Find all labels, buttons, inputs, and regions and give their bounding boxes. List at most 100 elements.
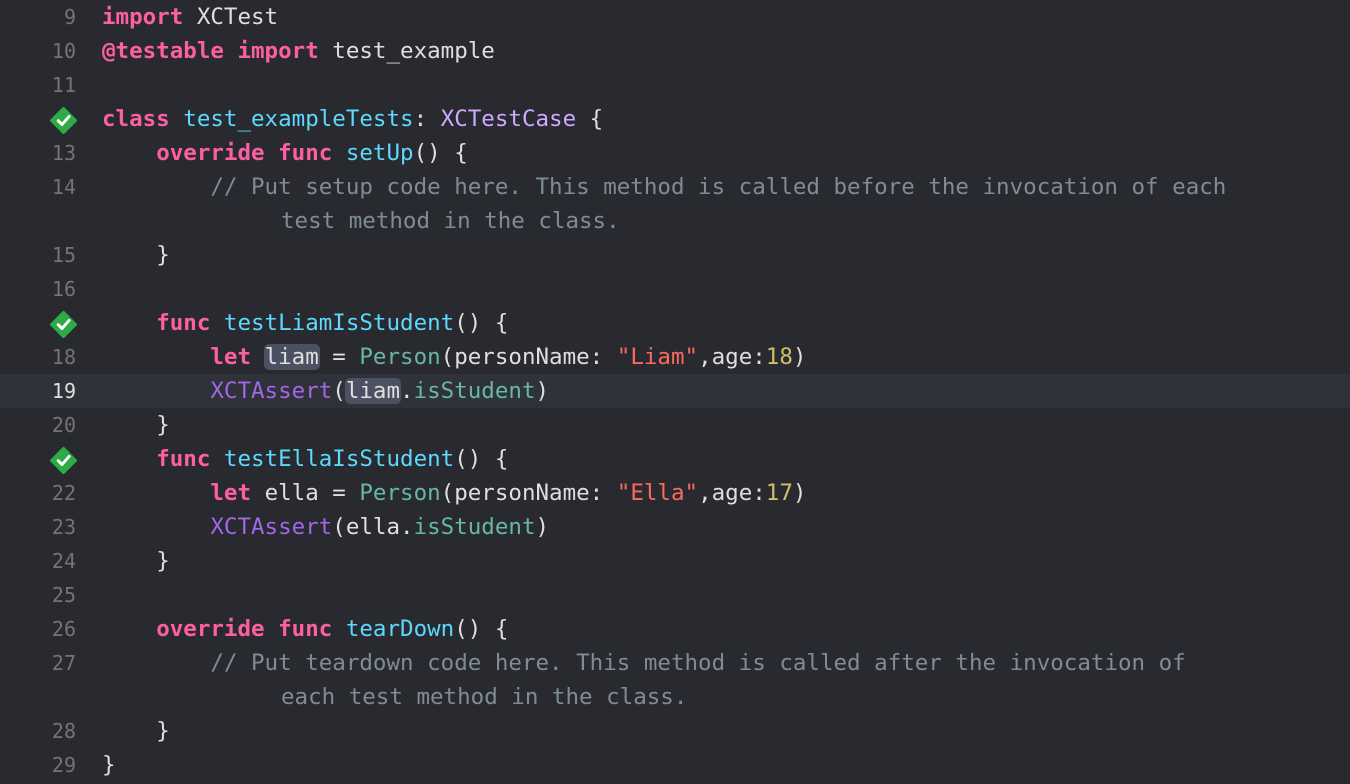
code-line[interactable]: 23 XCTAssert(ella.isStudent): [0, 510, 1350, 544]
code-line[interactable]: 11: [0, 68, 1350, 102]
line-code[interactable]: class test_exampleTests: XCTestCase {: [102, 102, 603, 136]
function-call: XCTAssert: [210, 378, 333, 404]
line-number[interactable]: 18: [0, 340, 76, 374]
line-number[interactable]: 10: [0, 34, 76, 68]
line-code-wrapped[interactable]: test method in the class.: [281, 204, 620, 238]
punctuation: () {: [454, 446, 509, 472]
punctuation: .: [400, 514, 414, 540]
code-line[interactable]: 13 override func setUp() {: [0, 136, 1350, 170]
line-code[interactable]: let liam = Person(personName: "Liam",age…: [102, 340, 806, 374]
code-line[interactable]: 15 }: [0, 238, 1350, 272]
line-code[interactable]: XCTAssert(liam.isStudent): [102, 374, 549, 408]
line-code[interactable]: func testEllaIsStudent() {: [102, 442, 508, 476]
attribute: @testable: [102, 38, 224, 64]
keyword: import: [237, 38, 319, 64]
code-line[interactable]: 14 // Put setup code here. This method i…: [0, 170, 1350, 238]
line-code[interactable]: }: [102, 408, 170, 442]
code-line[interactable]: 18 let liam = Person(personName: "Liam",…: [0, 340, 1350, 374]
number-literal: 17: [765, 480, 793, 506]
line-code[interactable]: // Put setup code here. This method is c…: [102, 170, 1226, 204]
line-number[interactable]: 13: [0, 136, 76, 170]
punctuation: (: [332, 378, 346, 404]
code-line[interactable]: class test_exampleTests: XCTestCase {: [0, 102, 1350, 136]
variable: ella: [264, 480, 319, 506]
checkmark-diamond-icon[interactable]: [50, 311, 77, 338]
line-number[interactable]: 27: [0, 646, 76, 680]
operator: =: [318, 344, 360, 370]
line-number[interactable]: 26: [0, 612, 76, 646]
keyword: override: [156, 616, 265, 642]
line-number[interactable]: 25: [0, 578, 76, 612]
line-number[interactable]: 23: [0, 510, 76, 544]
keyword: func: [278, 140, 333, 166]
line-number[interactable]: 15: [0, 238, 76, 272]
punctuation: .: [400, 378, 414, 404]
code-line[interactable]: 22 let ella = Person(personName: "Ella",…: [0, 476, 1350, 510]
colon: :: [413, 106, 441, 132]
line-number[interactable]: 20: [0, 408, 76, 442]
line-number[interactable]: 16: [0, 272, 76, 306]
punctuation: ): [792, 480, 807, 506]
line-number[interactable]: 11: [0, 68, 76, 102]
line-code[interactable]: import XCTest: [102, 0, 278, 34]
code-line[interactable]: 27 // Put teardown code here. This metho…: [0, 646, 1350, 714]
code-line[interactable]: 9 import XCTest: [0, 0, 1350, 34]
function-name: setUp: [345, 140, 414, 166]
checkmark-diamond-icon[interactable]: [50, 107, 77, 134]
line-number[interactable]: 14: [0, 170, 76, 204]
argument-label: ,age:: [698, 344, 766, 370]
variable-highlighted: liam: [263, 344, 320, 370]
line-code[interactable]: override func setUp() {: [102, 136, 468, 170]
module-name: test_example: [318, 38, 495, 64]
line-number[interactable]: 24: [0, 544, 76, 578]
punctuation: () {: [454, 310, 509, 336]
line-code[interactable]: }: [102, 238, 170, 272]
operator: =: [318, 480, 360, 506]
line-code[interactable]: }: [102, 748, 116, 782]
line-code[interactable]: @testable import test_example: [102, 34, 495, 68]
code-line[interactable]: 26 override func tearDown() {: [0, 612, 1350, 646]
line-code[interactable]: }: [102, 714, 170, 748]
code-line[interactable]: 25: [0, 578, 1350, 612]
property-name: isStudent: [413, 378, 536, 404]
line-number[interactable]: 29: [0, 748, 76, 782]
function-name: testEllaIsStudent: [223, 446, 455, 472]
punctuation: () {: [454, 616, 509, 642]
code-line[interactable]: 29 }: [0, 748, 1350, 782]
line-code[interactable]: let ella = Person(personName: "Ella",age…: [102, 476, 806, 510]
string-literal: "Liam": [616, 344, 699, 370]
checkmark-diamond-icon[interactable]: [50, 447, 77, 474]
brace: }: [156, 412, 170, 438]
code-editor[interactable]: 9 import XCTest 10 @testable import test…: [0, 0, 1350, 784]
superclass-name: XCTestCase: [440, 106, 577, 132]
keyword: func: [278, 616, 333, 642]
code-line[interactable]: 10 @testable import test_example: [0, 34, 1350, 68]
code-line[interactable]: 20 }: [0, 408, 1350, 442]
keyword: override: [156, 140, 265, 166]
line-number[interactable]: 19: [0, 374, 76, 408]
code-line[interactable]: func testLiamIsStudent() {: [0, 306, 1350, 340]
code-line[interactable]: func testEllaIsStudent() {: [0, 442, 1350, 476]
line-number[interactable]: 28: [0, 714, 76, 748]
type-name: Person: [359, 480, 441, 506]
punctuation: ): [535, 378, 550, 404]
line-number[interactable]: 9: [0, 0, 76, 34]
code-line-current[interactable]: 19 XCTAssert(liam.isStudent): [0, 374, 1350, 408]
code-line[interactable]: 16: [0, 272, 1350, 306]
line-code[interactable]: override func tearDown() {: [102, 612, 508, 646]
code-line[interactable]: 24 }: [0, 544, 1350, 578]
argument-label: (personName:: [440, 344, 617, 370]
line-number[interactable]: 22: [0, 476, 76, 510]
keyword: class: [102, 106, 170, 132]
line-code[interactable]: XCTAssert(ella.isStudent): [102, 510, 549, 544]
code-line[interactable]: 28 }: [0, 714, 1350, 748]
punctuation: () {: [413, 140, 468, 166]
line-code[interactable]: // Put teardown code here. This method i…: [102, 646, 1185, 680]
brace: }: [156, 718, 170, 744]
argument-label: ,age:: [698, 480, 766, 506]
keyword: let: [210, 344, 252, 370]
line-code-wrapped[interactable]: each test method in the class.: [281, 680, 687, 714]
class-name: test_exampleTests: [183, 106, 414, 132]
line-code[interactable]: func testLiamIsStudent() {: [102, 306, 508, 340]
line-code[interactable]: }: [102, 544, 170, 578]
